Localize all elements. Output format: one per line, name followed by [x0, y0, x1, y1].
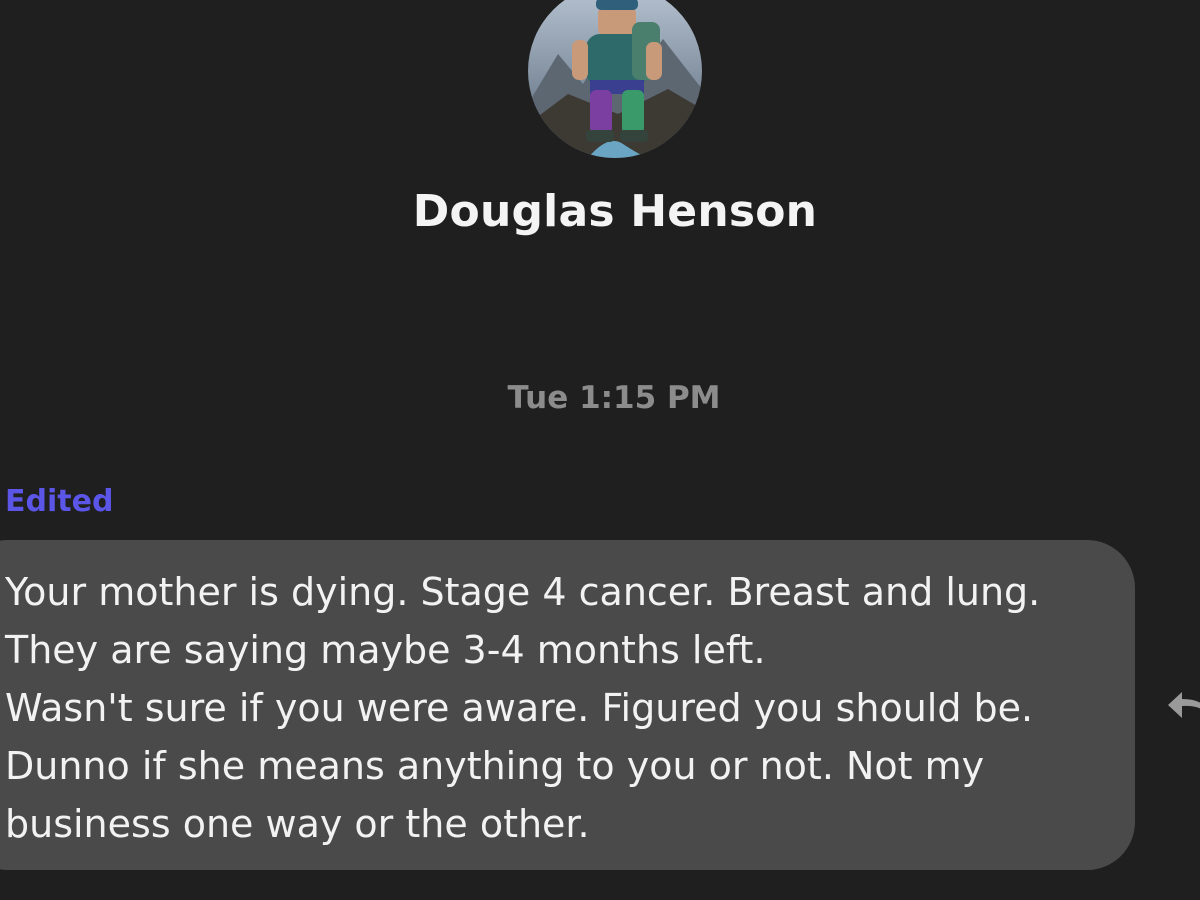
message-line: They are saying maybe 3-4 months left. — [5, 628, 766, 672]
reply-arrow-icon[interactable] — [1166, 688, 1200, 722]
message-line: business one way or the other. — [5, 802, 590, 846]
contact-avatar[interactable] — [528, 0, 702, 158]
chat-view: Douglas Henson Tue 1:15 PM Edited Your m… — [0, 0, 1200, 900]
message-timestamp: Tue 1:15 PM — [507, 380, 721, 416]
message-text: Your mother is dying. Stage 4 cancer. Br… — [5, 563, 1085, 853]
message-line: Dunno if she means anything to you or no… — [5, 744, 985, 788]
message-line: Your mother is dying. Stage 4 cancer. Br… — [5, 570, 1041, 614]
avatar-photo-icon — [528, 0, 702, 158]
message-line: Wasn't sure if you were aware. Figured y… — [5, 686, 1034, 730]
contact-name: Douglas Henson — [412, 186, 818, 237]
edited-label: Edited — [5, 484, 114, 519]
